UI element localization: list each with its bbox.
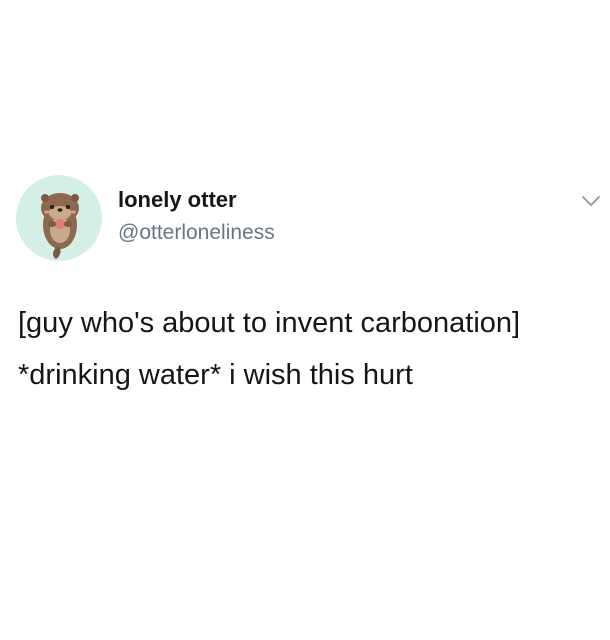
tweet-card: lonely otter @otterloneliness [guy who's… bbox=[0, 0, 610, 640]
chevron-down-icon-graphic bbox=[582, 196, 600, 206]
tweet-line-2: *drinking water* i wish this hurt bbox=[18, 359, 413, 392]
chevron-down-icon[interactable] bbox=[580, 190, 602, 212]
avatar[interactable] bbox=[16, 175, 102, 261]
otter-avatar-icon bbox=[41, 193, 79, 259]
tweet-text: [guy who's about to invent carbonation] … bbox=[18, 302, 588, 406]
user-handle[interactable]: @otterloneliness bbox=[118, 221, 275, 245]
tweet-line-1: [guy who's about to invent carbonation] bbox=[18, 307, 521, 339]
display-name[interactable]: lonely otter bbox=[118, 187, 237, 213]
